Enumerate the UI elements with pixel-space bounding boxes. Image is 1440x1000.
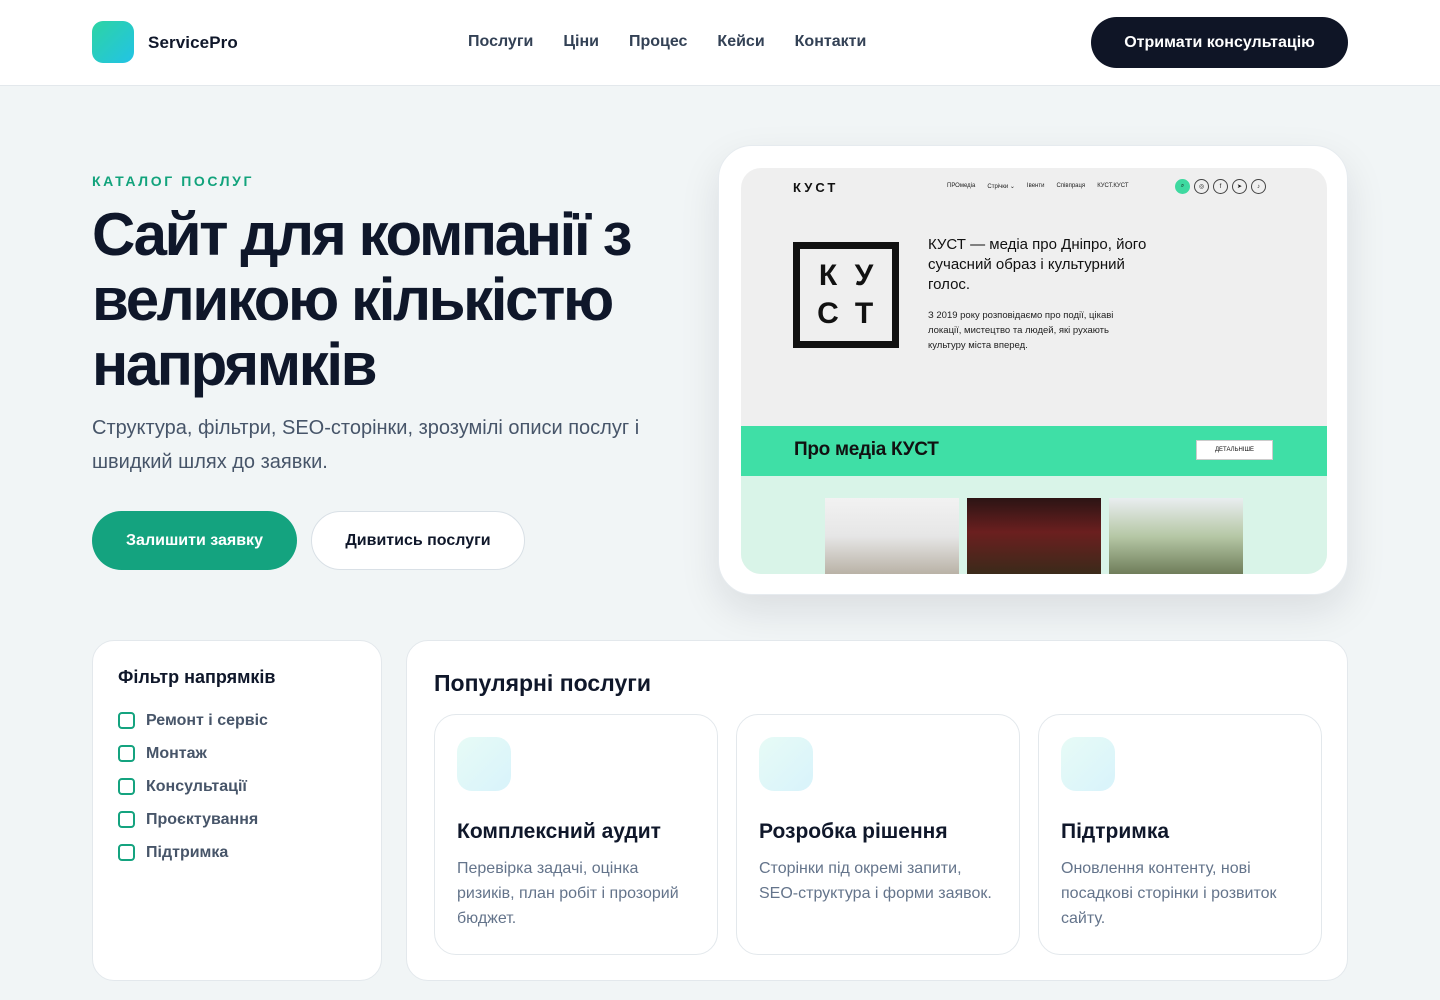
service-card-title: Підтримка: [1061, 820, 1170, 843]
logo-icon[interactable]: [92, 21, 134, 63]
preview-nav: ПРОмедіа Стрічки ⌄ Івенти Співпраця КУСТ…: [947, 183, 1129, 190]
preview-details-button: ДЕТАЛЬНІШЕ: [1196, 440, 1273, 460]
preview-logo: КУСТ: [793, 180, 839, 195]
checkbox[interactable]: [118, 811, 135, 828]
service-icon: [759, 737, 813, 791]
website-screenshot: КУСТ ПРОмедіа Стрічки ⌄ Івенти Співпраця…: [741, 168, 1327, 574]
instagram-icon: ◎: [1194, 179, 1209, 194]
services-title: Популярні послуги: [434, 670, 651, 696]
nav-link-process[interactable]: Процес: [629, 33, 687, 51]
filter-item-design[interactable]: Проєктування: [118, 803, 268, 836]
checkbox[interactable]: [118, 778, 135, 795]
leave-request-button[interactable]: Залишити заявку: [92, 511, 297, 570]
website-preview-card: КУСТ ПРОмедіа Стрічки ⌄ Івенти Співпраця…: [718, 145, 1348, 595]
preview-photo-theatre: [967, 498, 1101, 574]
service-card-title: Розробка рішення: [759, 820, 948, 843]
filter-item-label: Ремонт і сервіс: [146, 711, 268, 729]
filter-title: Фільтр напрямків: [118, 667, 276, 687]
preview-kust-logo-box: К У С Т: [793, 242, 899, 348]
filter-item-label: Проєктування: [146, 810, 259, 828]
telegram-icon: ➤: [1232, 179, 1247, 194]
site-header: ServicePro Послуги Ціни Процес Кейси Кон…: [0, 0, 1440, 86]
view-services-button[interactable]: Дивитись послуги: [311, 511, 525, 570]
filter-item-repair[interactable]: Ремонт і сервіс: [118, 704, 268, 737]
filter-item-installation[interactable]: Монтаж: [118, 737, 268, 770]
checkbox[interactable]: [118, 844, 135, 861]
facebook-icon: f: [1213, 179, 1228, 194]
brand-name[interactable]: ServicePro: [148, 33, 238, 53]
nav-link-contacts[interactable]: Контакти: [795, 33, 867, 51]
search-icon: ⌕: [1175, 179, 1190, 194]
preview-photo-office: [825, 498, 959, 574]
preview-nav-item: ПРОмедіа: [947, 183, 976, 189]
filter-item-support[interactable]: Підтримка: [118, 836, 268, 869]
kust-letter: У: [854, 259, 874, 292]
preview-nav-item: Стрічки ⌄: [987, 184, 1015, 190]
nav-link-cases[interactable]: Кейси: [717, 33, 764, 51]
preview-band-title: Про медіа КУСТ: [794, 439, 939, 460]
get-consultation-button[interactable]: Отримати консультацію: [1091, 17, 1348, 68]
service-card-desc: Оновлення контенту, нові посадкові сторі…: [1061, 860, 1277, 927]
hero-title: Сайт для компанії з великою кількістю на…: [92, 201, 632, 398]
preview-photo-outdoor: [1109, 498, 1243, 574]
service-card-support[interactable]: Підтримка Оновлення контенту, нові посад…: [1038, 714, 1322, 955]
service-card-audit[interactable]: Комплексний аудит Перевірка задачі, оцін…: [434, 714, 718, 955]
service-card-desc: Сторінки під окремі запити, SEO-структур…: [759, 860, 992, 902]
preview-social-icons: ⌕ ◎ f ➤ ♪: [1175, 179, 1266, 194]
preview-paragraph: З 2019 року розповідаємо про події, ціка…: [928, 310, 1114, 351]
service-card-development[interactable]: Розробка рішення Сторінки під окремі зап…: [736, 714, 1020, 955]
direction-filter-panel: Фільтр напрямків Ремонт і сервіс Монтаж …: [92, 640, 382, 981]
service-icon: [457, 737, 511, 791]
preview-nav-item: КУСТ.КУСТ: [1097, 183, 1129, 189]
checkbox[interactable]: [118, 745, 135, 762]
filter-item-label: Консультації: [146, 777, 247, 795]
preview-nav-item: Співпраця: [1056, 183, 1086, 189]
kust-letter: К: [818, 259, 838, 292]
popular-services-panel: Популярні послуги Комплексний аудит Пере…: [406, 640, 1348, 981]
preview-about-band: Про медіа КУСТ ДЕТАЛЬНІШЕ: [741, 426, 1327, 476]
service-card-title: Комплексний аудит: [457, 820, 661, 843]
tiktok-icon: ♪: [1251, 179, 1266, 194]
filter-list: Ремонт і сервіс Монтаж Консультації Проє…: [118, 704, 268, 869]
filter-item-label: Монтаж: [146, 744, 207, 762]
nav-link-prices[interactable]: Ціни: [563, 33, 599, 51]
service-icon: [1061, 737, 1115, 791]
service-card-desc: Перевірка задачі, оцінка ризиків, план р…: [457, 860, 679, 927]
checkbox[interactable]: [118, 712, 135, 729]
preview-nav-item: Івенти: [1026, 183, 1045, 189]
filter-item-label: Підтримка: [146, 843, 229, 861]
kust-letter: Т: [854, 297, 874, 330]
nav-link-services[interactable]: Послуги: [468, 33, 533, 51]
kust-letter: С: [817, 297, 839, 330]
main-nav: Послуги Ціни Процес Кейси Контакти: [468, 33, 866, 51]
filter-item-consulting[interactable]: Консультації: [118, 770, 268, 803]
hero-eyebrow: КАТАЛОГ ПОСЛУГ: [92, 173, 255, 189]
preview-headline: КУСТ — медіа про Дніпро, його сучасний о…: [928, 236, 1147, 293]
hero-subtitle: Структура, фільтри, SEO-сторінки, зрозум…: [92, 417, 640, 473]
